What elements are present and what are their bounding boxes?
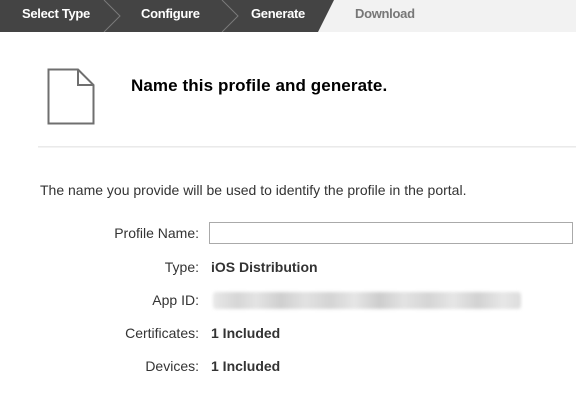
type-value: iOS Distribution bbox=[211, 259, 318, 275]
step-generate: Generate bbox=[251, 6, 305, 21]
devices-label: Devices: bbox=[145, 358, 199, 374]
devices-value: 1 Included bbox=[211, 358, 281, 374]
step-download: Download bbox=[355, 6, 415, 21]
certificates-label: Certificates: bbox=[125, 325, 199, 341]
app-id-value-obscured bbox=[213, 292, 521, 309]
step-configure[interactable]: Configure bbox=[141, 0, 200, 32]
profile-name-row: Profile Name: bbox=[0, 222, 576, 246]
app-id-row: App ID: bbox=[0, 289, 576, 313]
document-icon bbox=[47, 68, 95, 125]
header-divider bbox=[38, 146, 576, 148]
certificates-row: Certificates: 1 Included bbox=[0, 322, 576, 346]
type-row: Type: iOS Distribution bbox=[0, 256, 576, 280]
certificates-value: 1 Included bbox=[211, 325, 281, 341]
app-id-label: App ID: bbox=[152, 292, 199, 308]
step-breadcrumb: Select Type Configure Generate Download bbox=[0, 0, 576, 32]
profile-name-input[interactable] bbox=[209, 222, 573, 244]
page-title: Name this profile and generate. bbox=[131, 76, 388, 95]
devices-row: Devices: 1 Included bbox=[0, 355, 576, 379]
intro-text: The name you provide will be used to ide… bbox=[40, 182, 467, 198]
step-select-type[interactable]: Select Type bbox=[22, 0, 90, 32]
type-label: Type: bbox=[164, 259, 199, 275]
profile-name-label: Profile Name: bbox=[114, 225, 199, 241]
